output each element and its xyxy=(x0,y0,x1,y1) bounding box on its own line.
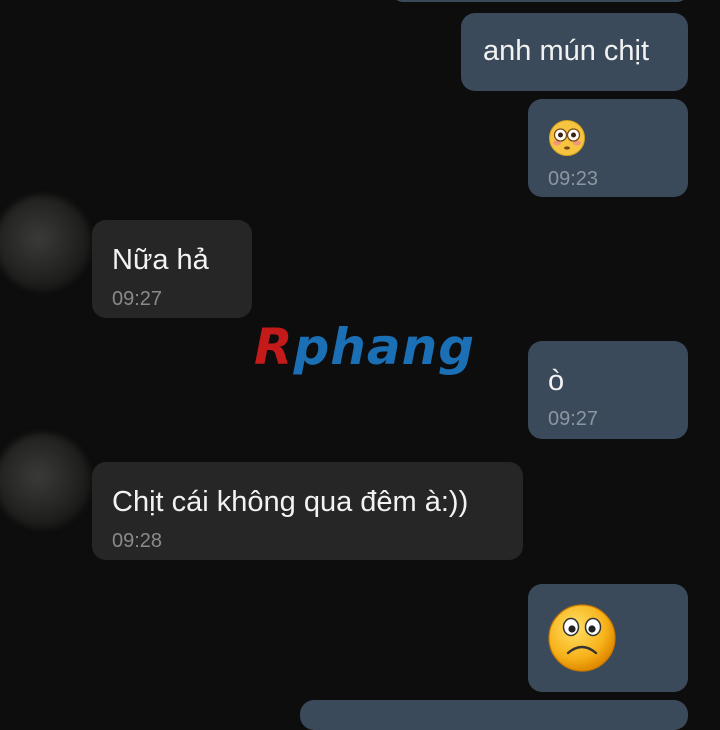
watermark-logo: Rphang xyxy=(254,322,475,372)
contact-avatar[interactable] xyxy=(0,433,91,529)
outgoing-message-bubble[interactable] xyxy=(528,584,688,692)
message-text: Nữa hả xyxy=(112,244,209,276)
outgoing-message-bubble[interactable]: ò 09:27 xyxy=(528,341,688,439)
message-timestamp: 09:27 xyxy=(548,408,599,430)
message-timestamp: 09:28 xyxy=(112,530,163,552)
contact-avatar[interactable] xyxy=(0,195,91,291)
watermark-letter: R xyxy=(254,318,294,376)
outgoing-message-bubble[interactable]: 09:23 xyxy=(528,99,688,197)
incoming-message-bubble[interactable]: Nữa hả 09:27 xyxy=(92,220,252,318)
message-text: ò xyxy=(548,365,565,397)
flushed-face-emoji xyxy=(549,120,585,156)
message-bubble-partial-top[interactable] xyxy=(392,0,688,2)
message-timestamp: 09:23 xyxy=(548,168,599,190)
message-bubble-partial-bottom[interactable] xyxy=(300,700,688,730)
outgoing-message-bubble[interactable]: anh mún chịt xyxy=(461,13,688,91)
watermark-text: phang xyxy=(293,318,476,376)
sad-face-emoji xyxy=(548,604,616,672)
incoming-message-bubble[interactable]: Chịt cái không qua đêm à:)) 09:28 xyxy=(92,462,523,560)
message-text: Chịt cái không qua đêm à:)) xyxy=(112,486,469,518)
message-timestamp: 09:27 xyxy=(112,288,163,310)
message-text: anh mún chịt xyxy=(483,35,650,67)
